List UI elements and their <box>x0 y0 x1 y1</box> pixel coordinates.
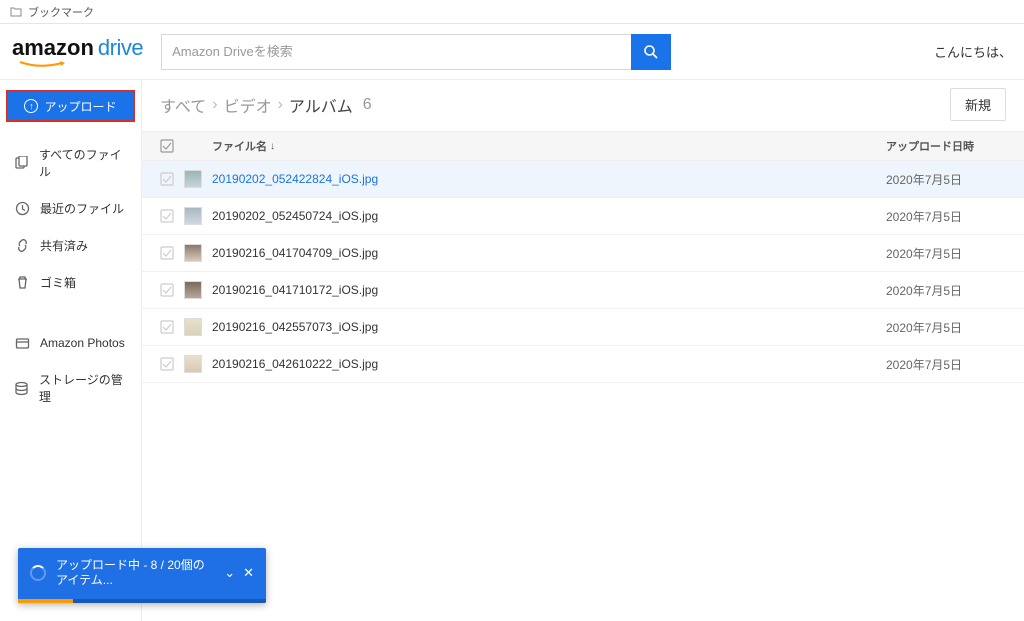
storage-icon <box>14 380 29 396</box>
main-content: すべて › ビデオ › アルバム 6 新規 ファイル名 ↓ アップロード日時 2… <box>142 80 1024 621</box>
sidebar-item-label: 最近のファイル <box>40 200 124 217</box>
column-header-date[interactable]: アップロード日時 <box>886 138 1006 154</box>
greeting-text[interactable]: こんにちは、 <box>934 42 1012 61</box>
new-button[interactable]: 新規 <box>950 88 1006 121</box>
photos-icon <box>14 335 30 351</box>
sidebar-item-trash[interactable]: ゴミ箱 <box>0 264 141 301</box>
search-input[interactable] <box>161 34 631 70</box>
collapse-toast-icon[interactable]: ⌄ <box>224 565 235 581</box>
toast-message: アップロード中 - 8 / 20個のアイテム... <box>56 558 214 589</box>
trash-icon <box>14 275 30 291</box>
file-date: 2020年7月5日 <box>886 356 1006 373</box>
upload-button[interactable]: ↑ アップロード <box>6 90 135 122</box>
chevron-right-icon: › <box>212 96 217 114</box>
row-checkbox[interactable] <box>160 209 184 223</box>
file-name[interactable]: 20190216_042610222_iOS.jpg <box>212 357 886 371</box>
chevron-right-icon: › <box>278 96 283 114</box>
amazon-drive-logo[interactable]: amazondrive <box>12 35 143 69</box>
select-all-checkbox[interactable] <box>160 139 184 153</box>
sidebar-item-label: ゴミ箱 <box>40 274 76 291</box>
row-checkbox[interactable] <box>160 283 184 297</box>
upload-progress-toast: アップロード中 - 8 / 20個のアイテム... ⌄ ✕ <box>18 548 266 603</box>
file-row[interactable]: 20190216_041710172_iOS.jpg2020年7月5日 <box>142 272 1024 309</box>
file-date: 2020年7月5日 <box>886 245 1006 262</box>
clock-icon <box>14 201 30 217</box>
search-button[interactable] <box>631 34 671 70</box>
search-bar <box>161 34 671 70</box>
upload-button-label: アップロード <box>44 98 116 115</box>
file-date: 2020年7月5日 <box>886 282 1006 299</box>
sidebar-item-label: Amazon Photos <box>40 336 125 350</box>
crumb-video[interactable]: ビデオ <box>224 93 272 117</box>
spinner-icon <box>30 565 46 581</box>
file-thumbnail <box>184 170 202 188</box>
sidebar: ↑ アップロード すべてのファイル 最近のファイル 共有済み ゴミ箱 <box>0 80 142 621</box>
file-thumbnail <box>184 355 202 373</box>
sort-down-icon: ↓ <box>270 141 275 152</box>
file-date: 2020年7月5日 <box>886 208 1006 225</box>
file-row[interactable]: 20190202_052422824_iOS.jpg2020年7月5日 <box>142 161 1024 198</box>
toast-progress-fill <box>18 599 73 603</box>
crumb-all[interactable]: すべて <box>160 93 206 117</box>
sidebar-item-label: 共有済み <box>40 237 88 254</box>
logo-amazon-text: amazon <box>12 35 94 60</box>
file-row[interactable]: 20190202_052450724_iOS.jpg2020年7月5日 <box>142 198 1024 235</box>
sidebar-item-label: ストレージの管理 <box>39 371 127 405</box>
file-name[interactable]: 20190216_041704709_iOS.jpg <box>212 246 886 260</box>
toast-progress-track <box>18 599 266 603</box>
copy-icon <box>14 155 29 171</box>
topbar: amazondrive こんにちは、 <box>0 24 1024 80</box>
file-date: 2020年7月5日 <box>886 171 1006 188</box>
bookmark-bar: ブックマーク <box>0 0 1024 24</box>
file-name[interactable]: 20190202_052450724_iOS.jpg <box>212 209 886 223</box>
file-name[interactable]: 20190216_041710172_iOS.jpg <box>212 283 886 297</box>
row-checkbox[interactable] <box>160 172 184 186</box>
file-thumbnail <box>184 244 202 262</box>
amazon-swoosh-icon <box>12 61 76 69</box>
sidebar-item-shared[interactable]: 共有済み <box>0 227 141 264</box>
link-icon <box>14 238 30 254</box>
file-row[interactable]: 20190216_041704709_iOS.jpg2020年7月5日 <box>142 235 1024 272</box>
sidebar-item-all-files[interactable]: すべてのファイル <box>0 136 141 190</box>
file-thumbnail <box>184 207 202 225</box>
row-checkbox[interactable] <box>160 320 184 334</box>
sidebar-item-label: すべてのファイル <box>39 146 127 180</box>
file-row[interactable]: 20190216_042557073_iOS.jpg2020年7月5日 <box>142 309 1024 346</box>
row-checkbox[interactable] <box>160 357 184 371</box>
file-date: 2020年7月5日 <box>886 319 1006 336</box>
crumb-count: 6 <box>363 96 372 114</box>
column-header-name[interactable]: ファイル名 ↓ <box>212 138 886 154</box>
search-icon <box>643 44 659 60</box>
row-checkbox[interactable] <box>160 246 184 260</box>
file-row[interactable]: 20190216_042610222_iOS.jpg2020年7月5日 <box>142 346 1024 383</box>
file-thumbnail <box>184 281 202 299</box>
sidebar-item-recent[interactable]: 最近のファイル <box>0 190 141 227</box>
file-thumbnail <box>184 318 202 336</box>
file-name[interactable]: 20190216_042557073_iOS.jpg <box>212 320 886 334</box>
file-list: 20190202_052422824_iOS.jpg2020年7月5日20190… <box>142 161 1024 383</box>
sidebar-item-storage[interactable]: ストレージの管理 <box>0 361 141 415</box>
close-toast-icon[interactable]: ✕ <box>243 565 254 581</box>
folder-icon <box>10 6 22 17</box>
bookmark-label[interactable]: ブックマーク <box>28 4 94 20</box>
file-list-header: ファイル名 ↓ アップロード日時 <box>142 131 1024 161</box>
file-name[interactable]: 20190202_052422824_iOS.jpg <box>212 172 886 186</box>
breadcrumb: すべて › ビデオ › アルバム 6 新規 <box>142 80 1024 131</box>
logo-drive-text: drive <box>98 35 143 60</box>
sidebar-item-amazon-photos[interactable]: Amazon Photos <box>0 325 141 361</box>
crumb-current: アルバム <box>289 93 353 117</box>
upload-icon: ↑ <box>24 99 38 113</box>
